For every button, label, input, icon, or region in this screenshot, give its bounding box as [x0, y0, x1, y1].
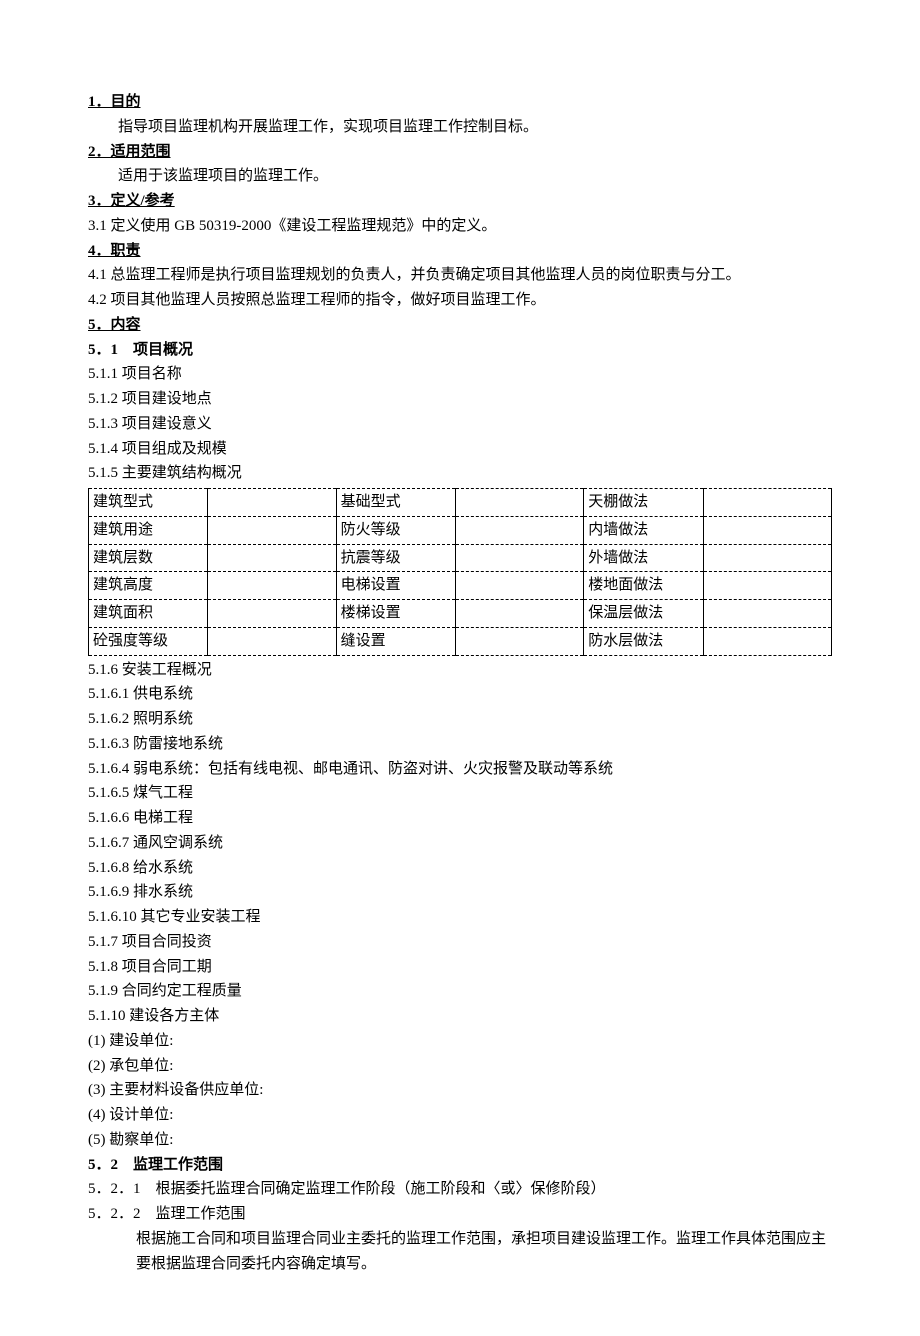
cell-label: 砼强度等级	[89, 627, 208, 655]
party-5: (5) 勘察单位:	[88, 1128, 832, 1153]
item-5-1-8: 5.1.8 项目合同工期	[88, 955, 832, 980]
table-row: 建筑面积 楼梯设置 保温层做法	[89, 600, 832, 628]
section-1-title: 1．目的	[88, 90, 832, 115]
cell-label: 建筑层数	[89, 544, 208, 572]
cell-value	[455, 572, 583, 600]
cell-label: 外墙做法	[584, 544, 703, 572]
cell-label: 防火等级	[336, 516, 455, 544]
section-5-2-body: 根据施工合同和项目监理合同业主委托的监理工作范围，承担项目建设监理工作。监理工作…	[88, 1227, 832, 1277]
section-5-2-title: 5．2 监理工作范围	[88, 1153, 832, 1178]
cell-value	[703, 489, 831, 517]
cell-value	[455, 489, 583, 517]
item-5-1-6-6: 5.1.6.6 电梯工程	[88, 806, 832, 831]
section-5-1-title: 5．1 项目概况	[88, 338, 832, 363]
item-5-1-4: 5.1.4 项目组成及规模	[88, 437, 832, 462]
party-4: (4) 设计单位:	[88, 1103, 832, 1128]
cell-value	[455, 544, 583, 572]
cell-value	[208, 627, 336, 655]
cell-label: 基础型式	[336, 489, 455, 517]
item-5-1-6: 5.1.6 安装工程概况	[88, 658, 832, 683]
table-row: 建筑型式 基础型式 天棚做法	[89, 489, 832, 517]
cell-label: 天棚做法	[584, 489, 703, 517]
cell-value	[703, 516, 831, 544]
item-5-1-6-9: 5.1.6.9 排水系统	[88, 880, 832, 905]
cell-value	[703, 572, 831, 600]
cell-label: 建筑型式	[89, 489, 208, 517]
item-5-1-6-1: 5.1.6.1 供电系统	[88, 682, 832, 707]
party-1: (1) 建设单位:	[88, 1029, 832, 1054]
section-2-title: 2．适用范围	[88, 140, 832, 165]
table-row: 建筑层数 抗震等级 外墙做法	[89, 544, 832, 572]
party-3: (3) 主要材料设备供应单位:	[88, 1078, 832, 1103]
cell-label: 建筑面积	[89, 600, 208, 628]
item-5-1-10: 5.1.10 建设各方主体	[88, 1004, 832, 1029]
cell-label: 保温层做法	[584, 600, 703, 628]
item-5-1-1: 5.1.1 项目名称	[88, 362, 832, 387]
section-3-item-1: 3.1 定义使用 GB 50319-2000《建设工程监理规范》中的定义。	[88, 214, 832, 239]
item-5-2-2: 5．2．2 监理工作范围	[88, 1202, 832, 1227]
cell-value	[703, 600, 831, 628]
section-1-body: 指导项目监理机构开展监理工作，实现项目监理工作控制目标。	[88, 115, 832, 140]
item-5-1-6-10: 5.1.6.10 其它专业安装工程	[88, 905, 832, 930]
item-5-1-6-5: 5.1.6.5 煤气工程	[88, 781, 832, 806]
cell-value	[703, 544, 831, 572]
item-5-1-6-2: 5.1.6.2 照明系统	[88, 707, 832, 732]
item-5-1-6-4: 5.1.6.4 弱电系统：包括有线电视、邮电通讯、防盗对讲、火灾报警及联动等系统	[88, 757, 832, 782]
cell-value	[208, 544, 336, 572]
table-row: 砼强度等级 缝设置 防水层做法	[89, 627, 832, 655]
cell-label: 楼梯设置	[336, 600, 455, 628]
section-5-title: 5．内容	[88, 313, 832, 338]
cell-label: 缝设置	[336, 627, 455, 655]
cell-value	[208, 516, 336, 544]
item-5-1-2: 5.1.2 项目建设地点	[88, 387, 832, 412]
item-5-1-6-7: 5.1.6.7 通风空调系统	[88, 831, 832, 856]
item-5-1-6-8: 5.1.6.8 给水系统	[88, 856, 832, 881]
cell-label: 建筑用途	[89, 516, 208, 544]
section-2-body: 适用于该监理项目的监理工作。	[88, 164, 832, 189]
cell-value	[455, 600, 583, 628]
item-5-1-5: 5.1.5 主要建筑结构概况	[88, 461, 832, 486]
item-5-2-1: 5．2．1 根据委托监理合同确定监理工作阶段（施工阶段和〈或〉保修阶段）	[88, 1177, 832, 1202]
section-4-item-2: 4.2 项目其他监理人员按照总监理工程师的指令，做好项目监理工作。	[88, 288, 832, 313]
cell-value	[208, 600, 336, 628]
cell-label: 楼地面做法	[584, 572, 703, 600]
section-4-title: 4．职责	[88, 239, 832, 264]
cell-label: 建筑高度	[89, 572, 208, 600]
item-5-1-7: 5.1.7 项目合同投资	[88, 930, 832, 955]
building-structure-table: 建筑型式 基础型式 天棚做法 建筑用途 防火等级 内墙做法 建筑层数 抗震等级 …	[88, 488, 832, 656]
item-5-1-6-3: 5.1.6.3 防雷接地系统	[88, 732, 832, 757]
cell-label: 防水层做法	[584, 627, 703, 655]
cell-label: 内墙做法	[584, 516, 703, 544]
party-2: (2) 承包单位:	[88, 1054, 832, 1079]
section-4-item-1: 4.1 总监理工程师是执行项目监理规划的负责人，并负责确定项目其他监理人员的岗位…	[88, 263, 832, 288]
cell-value	[208, 572, 336, 600]
item-5-1-9: 5.1.9 合同约定工程质量	[88, 979, 832, 1004]
table-row: 建筑用途 防火等级 内墙做法	[89, 516, 832, 544]
cell-value	[455, 627, 583, 655]
cell-label: 电梯设置	[336, 572, 455, 600]
cell-value	[455, 516, 583, 544]
cell-value	[208, 489, 336, 517]
table-row: 建筑高度 电梯设置 楼地面做法	[89, 572, 832, 600]
section-3-title: 3．定义/参考	[88, 189, 832, 214]
item-5-1-3: 5.1.3 项目建设意义	[88, 412, 832, 437]
cell-label: 抗震等级	[336, 544, 455, 572]
cell-value	[703, 627, 831, 655]
